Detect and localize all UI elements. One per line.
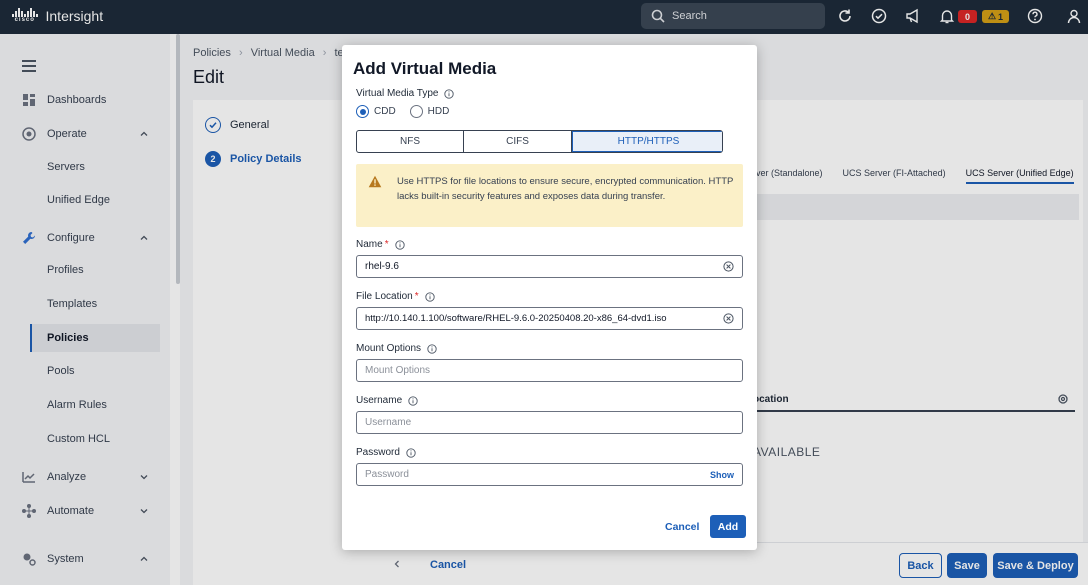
add-virtual-media-dialog: Add Virtual Media Virtual Media Type CDD… — [342, 45, 757, 550]
password-field[interactable]: Show — [356, 463, 743, 486]
clear-input-icon[interactable] — [723, 261, 734, 272]
radio-cdd-label: CDD — [374, 106, 396, 117]
virtual-media-type-radios: CDD HDD — [356, 105, 449, 118]
dialog-cancel-button[interactable]: Cancel — [665, 521, 699, 533]
radio-cdd[interactable] — [356, 105, 369, 118]
mount-options-input[interactable] — [365, 365, 695, 376]
tab-cifs[interactable]: CIFS — [464, 131, 572, 152]
protocol-segmented-control: NFS CIFS HTTP/HTTPS — [356, 130, 723, 153]
username-input[interactable] — [365, 417, 695, 428]
file-location-field[interactable]: http://10.140.1.100/software/RHEL-9.6.0-… — [356, 307, 743, 330]
name-value: rhel-9.6 — [365, 261, 399, 272]
dialog-add-button[interactable]: Add — [710, 515, 746, 538]
password-input[interactable] — [365, 469, 695, 480]
username-field[interactable] — [356, 411, 743, 434]
file-location-label: File Location * — [356, 291, 435, 302]
tab-nfs[interactable]: NFS — [357, 131, 464, 152]
password-label: Password — [356, 447, 416, 458]
file-location-value: http://10.140.1.100/software/RHEL-9.6.0-… — [365, 313, 667, 324]
info-icon[interactable] — [444, 88, 455, 99]
info-icon[interactable] — [427, 343, 437, 354]
clear-input-icon[interactable] — [723, 313, 734, 324]
info-icon[interactable] — [408, 395, 418, 406]
warning-icon — [368, 175, 382, 188]
name-field[interactable]: rhel-9.6 — [356, 255, 743, 278]
radio-hdd[interactable] — [409, 105, 423, 118]
username-label: Username — [356, 395, 418, 406]
warning-text: Use HTTPS for file locations to ensure s… — [397, 176, 734, 202]
name-label: Name * — [356, 239, 405, 250]
mount-options-label: Mount Options — [356, 343, 437, 354]
show-password-toggle[interactable]: Show — [710, 470, 734, 480]
mount-options-field[interactable] — [356, 359, 743, 382]
info-icon[interactable] — [406, 447, 416, 458]
info-icon[interactable] — [424, 291, 435, 302]
dialog-title: Add Virtual Media — [353, 59, 497, 78]
warning-banner: Use HTTPS for file locations to ensure s… — [356, 164, 743, 227]
tab-http-https[interactable]: HTTP/HTTPS — [572, 131, 722, 152]
virtual-media-type-label: Virtual Media Type — [356, 88, 455, 99]
info-icon[interactable] — [394, 239, 405, 250]
radio-hdd-label: HDD — [427, 106, 450, 117]
